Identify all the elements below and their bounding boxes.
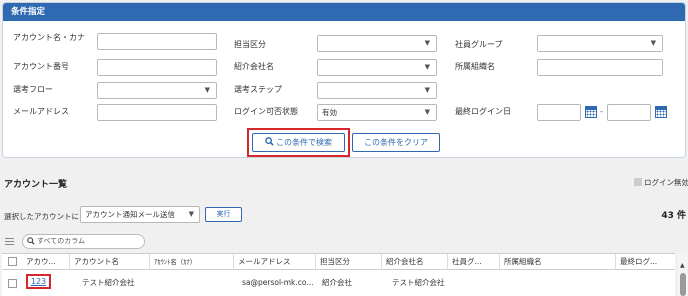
selection-flow-label: 選考フロー (13, 85, 53, 94)
chevron-down-icon: ▼ (424, 63, 430, 71)
last-login-to-input[interactable] (607, 104, 651, 121)
chevron-down-icon: ▼ (204, 86, 210, 94)
referral-company-label: 紹介会社名 (234, 62, 274, 71)
column-header-group[interactable]: 社員グ... (448, 254, 500, 270)
referral-company-select[interactable]: ▼ (317, 59, 437, 76)
division-select[interactable]: ▼ (317, 35, 437, 52)
account-id-link[interactable]: 123 (26, 274, 51, 289)
row-checkbox[interactable] (8, 279, 17, 288)
employee-group-select[interactable]: ▼ (537, 35, 663, 52)
search-icon (27, 237, 35, 245)
login-status-select[interactable]: 有効 ▼ (317, 104, 437, 121)
column-header-id[interactable]: アカウ... (22, 254, 70, 270)
search-icon (265, 137, 274, 146)
department-input[interactable] (537, 59, 663, 76)
cell-company: テスト紹介会社 (392, 278, 445, 287)
date-range-separator: - (600, 107, 603, 116)
column-header-company[interactable]: 紹介会社名 (382, 254, 448, 270)
search-button[interactable]: この条件で検索 (252, 133, 345, 152)
selection-flow-select[interactable]: ▼ (97, 82, 217, 99)
chevron-down-icon: ▼ (188, 210, 194, 218)
bulk-action-label: 選択したアカウントに (4, 212, 79, 221)
account-name-input[interactable] (97, 33, 217, 50)
legend-swatch (634, 178, 642, 186)
cell-department (502, 271, 614, 295)
panel-title: 条件指定 (3, 3, 685, 21)
last-login-from-input[interactable] (537, 104, 581, 121)
column-header-account-name[interactable]: アカウント名 (70, 254, 150, 270)
login-disabled-legend: ログイン無効 (634, 177, 688, 188)
chevron-down-icon: ▼ (424, 86, 430, 94)
column-header-account-kana[interactable]: ｱｶｳﾝﾄ名（ｶﾅ） (150, 254, 234, 270)
result-count: 43 件 (661, 211, 686, 221)
email-input[interactable] (97, 104, 217, 121)
cell-last-login (618, 271, 674, 295)
last-login-label: 最終ログイン日 (455, 107, 511, 116)
table-header: アカウ... アカウント名 ｱｶｳﾝﾄ名（ｶﾅ） メールアドレス 担当区分 紹介… (2, 254, 675, 270)
account-number-input[interactable] (97, 59, 217, 76)
column-header-department[interactable]: 所属組織名 (500, 254, 616, 270)
calendar-icon[interactable] (655, 105, 667, 118)
column-header-email[interactable]: メールアドレス (234, 254, 316, 270)
login-status-label: ログイン可否状態 (234, 107, 298, 116)
column-header-last-login[interactable]: 最終ログ... (616, 254, 675, 270)
select-all-checkbox[interactable] (8, 257, 17, 266)
account-number-label: アカウント番号 (13, 62, 69, 71)
cell-account-name: テスト紹介会社 (82, 278, 135, 287)
email-label: メールアドレス (13, 107, 69, 116)
calendar-icon[interactable] (585, 105, 597, 118)
bulk-action-select[interactable]: アカウント通知メール送信 ▼ (80, 206, 200, 223)
chevron-down-icon: ▼ (424, 39, 430, 47)
selection-step-label: 選考ステップ (234, 85, 282, 94)
department-label: 所属組織名 (455, 62, 495, 71)
account-table: アカウ... アカウント名 ｱｶｳﾝﾄ名（ｶﾅ） メールアドレス 担当区分 紹介… (2, 253, 675, 296)
chevron-down-icon: ▼ (424, 108, 430, 116)
cell-group (450, 271, 500, 295)
search-condition-panel: 条件指定 アカウント名・カナ アカウント番号 選考フロー ▼ メールアドレス 担… (2, 2, 686, 158)
division-label: 担当区分 (234, 40, 266, 49)
table-scrollbar[interactable]: ▲ (678, 253, 688, 296)
account-name-label: アカウント名・カナ (13, 33, 85, 42)
cell-division: 紹介会社 (322, 278, 352, 287)
selection-step-select[interactable]: ▼ (317, 82, 437, 99)
execute-button[interactable]: 実行 (205, 207, 242, 222)
account-list-title: アカウント一覧 (4, 180, 68, 190)
scroll-up-icon[interactable]: ▲ (680, 262, 685, 269)
cell-email: sa@persol-mk.co... (242, 278, 314, 287)
chevron-down-icon: ▼ (650, 39, 656, 47)
scrollbar-thumb[interactable] (680, 273, 686, 296)
cell-account-kana (154, 271, 234, 295)
column-header-division[interactable]: 担当区分 (316, 254, 382, 270)
menu-icon[interactable] (5, 238, 14, 245)
clear-button[interactable]: この条件をクリア (352, 133, 440, 152)
column-search-input[interactable]: すべてのカラム (22, 234, 145, 249)
employee-group-label: 社員グループ (455, 40, 503, 49)
